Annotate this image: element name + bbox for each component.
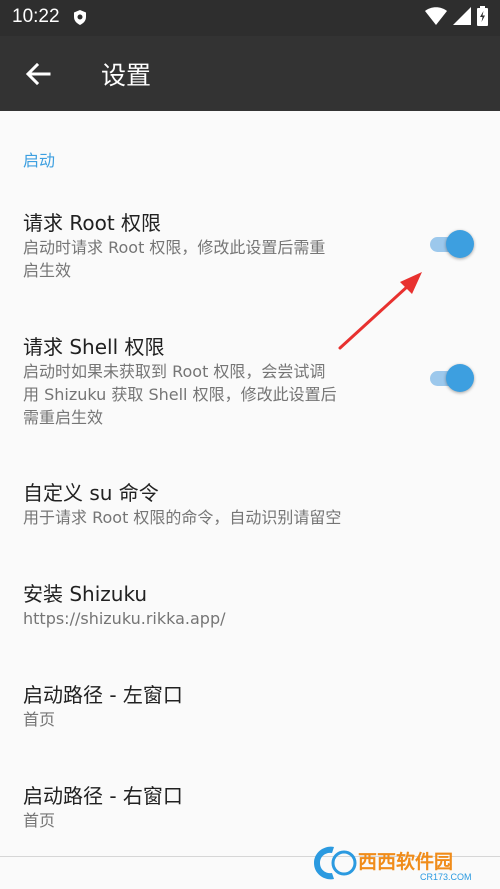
switch-thumb — [446, 364, 474, 392]
pref-summary: 启动时如果未获取到 Root 权限，会尝试调 用 Shizuku 获取 Shel… — [23, 360, 393, 429]
section-header: 启动 — [23, 151, 56, 170]
status-time: 10:22 — [12, 6, 60, 27]
back-button[interactable] — [20, 56, 56, 92]
settings-list: 启动 请求 Root 权限 启动时请求 Root 权限，修改此设置后需重 启生效… — [0, 111, 500, 889]
pref-title: 自定义 su 命令 — [23, 481, 159, 505]
pref-launch-path-right[interactable]: 启动路径 - 右窗口 首页 — [0, 768, 500, 838]
battery-charging-icon — [477, 6, 488, 26]
pref-title: 请求 Root 权限 — [23, 211, 162, 235]
summary-line: 用 Shizuku 获取 Shell 权限，修改此设置后 — [23, 385, 337, 404]
watermark-sub: CR173.COM — [420, 872, 472, 882]
signal-icon — [453, 7, 471, 25]
root-permission-switch[interactable] — [430, 230, 474, 258]
pref-custom-su[interactable]: 自定义 su 命令 用于请求 Root 权限的命令，自动识别请留空 — [0, 465, 500, 535]
pref-title: 请求 Shell 权限 — [23, 335, 165, 359]
pref-summary: 用于请求 Root 权限的命令，自动识别请留空 — [23, 506, 463, 529]
shield-icon — [74, 10, 86, 25]
pref-summary: 首页 — [23, 809, 463, 832]
summary-line: 需重启生效 — [23, 408, 104, 427]
watermark-logo: 西西软件园 CR173.COM — [314, 846, 472, 882]
shell-permission-switch[interactable] — [430, 364, 474, 392]
status-bar: 10:22 — [0, 0, 500, 36]
pref-launch-path-left[interactable]: 启动路径 - 左窗口 首页 — [0, 667, 500, 737]
summary-line: 启动时如果未获取到 Root 权限，会尝试调 — [23, 362, 326, 381]
pref-summary: https://shizuku.rikka.app/ — [23, 607, 463, 630]
summary-line: 首页 — [23, 710, 56, 729]
wifi-icon — [425, 7, 447, 25]
summary-line: 用于请求 Root 权限的命令，自动识别请留空 — [23, 508, 342, 527]
pref-title: 启动路径 - 左窗口 — [23, 683, 183, 707]
pref-summary: 首页 — [23, 708, 463, 731]
pref-install-shizuku[interactable]: 安装 Shizuku https://shizuku.rikka.app/ — [0, 566, 500, 636]
app-bar: 设置 — [0, 36, 500, 111]
page-title: 设置 — [101, 61, 152, 90]
pref-title: 安装 Shizuku — [23, 582, 148, 606]
status-icons — [425, 6, 488, 26]
switch-thumb — [446, 230, 474, 258]
annotation-arrow-icon — [338, 272, 422, 350]
summary-line: https://shizuku.rikka.app/ — [23, 609, 226, 628]
summary-line: 启动时请求 Root 权限，修改此设置后需重 — [23, 238, 326, 257]
pref-title: 启动路径 - 右窗口 — [23, 784, 183, 808]
arrow-left-icon — [25, 62, 51, 86]
watermark-main: 西西软件园 — [358, 850, 453, 873]
summary-line: 首页 — [23, 811, 56, 830]
